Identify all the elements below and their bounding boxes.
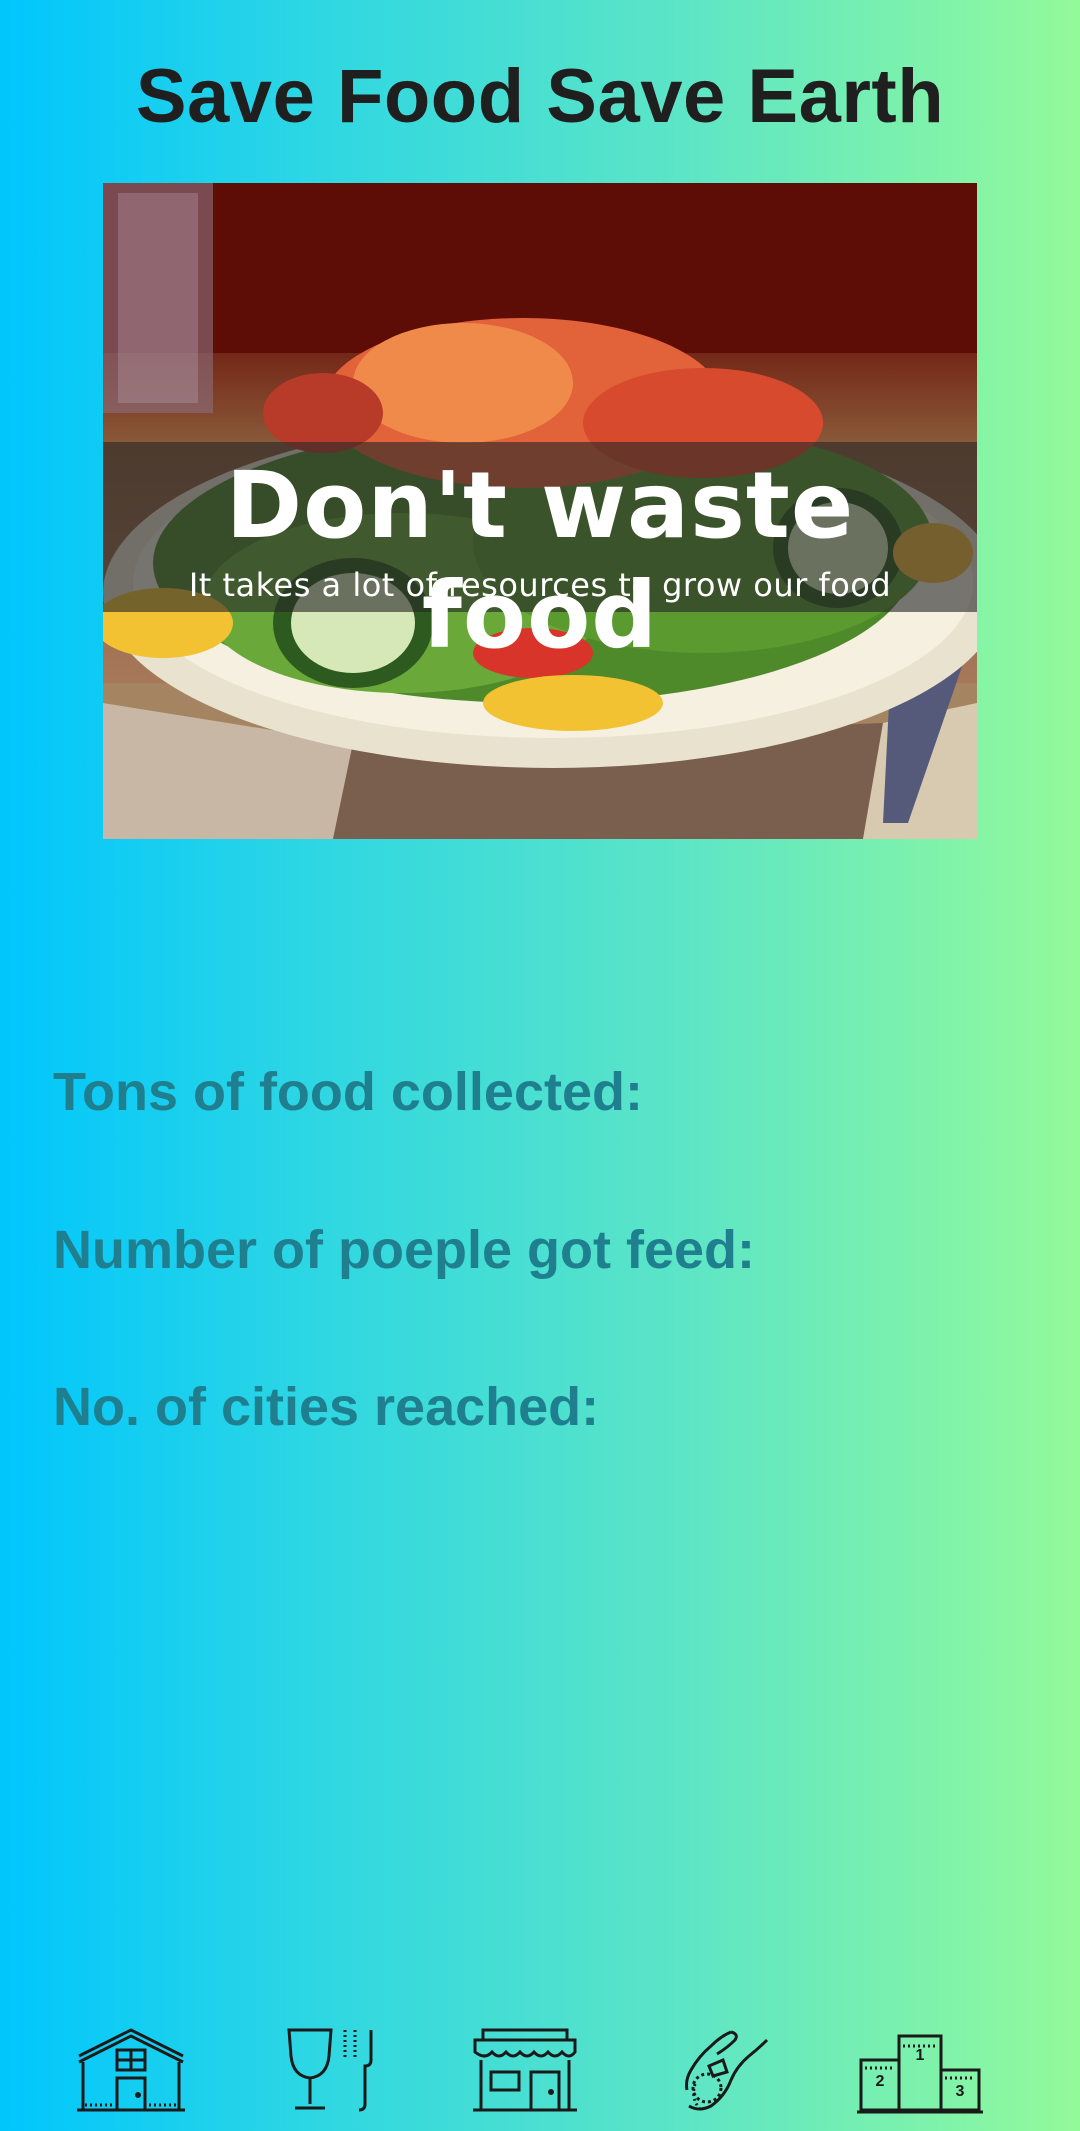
shop-icon — [473, 2028, 577, 2112]
leaderboard-icon: 1 2 3 — [857, 2034, 983, 2114]
bottom-navigation: 1 2 3 — [0, 2010, 1080, 2131]
food-icon — [287, 2028, 373, 2112]
donate-icon — [685, 2030, 769, 2111]
home-icon — [77, 2028, 185, 2112]
podium-third-label: 3 — [956, 2083, 965, 2100]
nav-shop-button[interactable] — [460, 2020, 590, 2120]
podium-first-label: 1 — [916, 2047, 925, 2064]
tons-collected-label: Tons of food collected: — [53, 1062, 643, 1122]
nav-donate-button[interactable] — [660, 2020, 790, 2120]
nav-food-button[interactable] — [266, 2020, 396, 2120]
nav-home-button[interactable] — [66, 2020, 196, 2120]
hero-headline: Don't waste food — [225, 452, 855, 669]
page-title: Save Food Save Earth — [135, 54, 945, 139]
cities-reached-label: No. of cities reached: — [53, 1377, 600, 1437]
people-fed-label: Number of poeple got feed: — [53, 1220, 755, 1280]
hero-banner-image: Don't waste food It takes a lot of resou… — [103, 183, 977, 839]
nav-leaderboard-button[interactable]: 1 2 3 — [855, 2020, 985, 2120]
hero-subtext: It takes a lot of resources to grow our … — [188, 566, 892, 604]
podium-second-label: 2 — [876, 2073, 885, 2090]
